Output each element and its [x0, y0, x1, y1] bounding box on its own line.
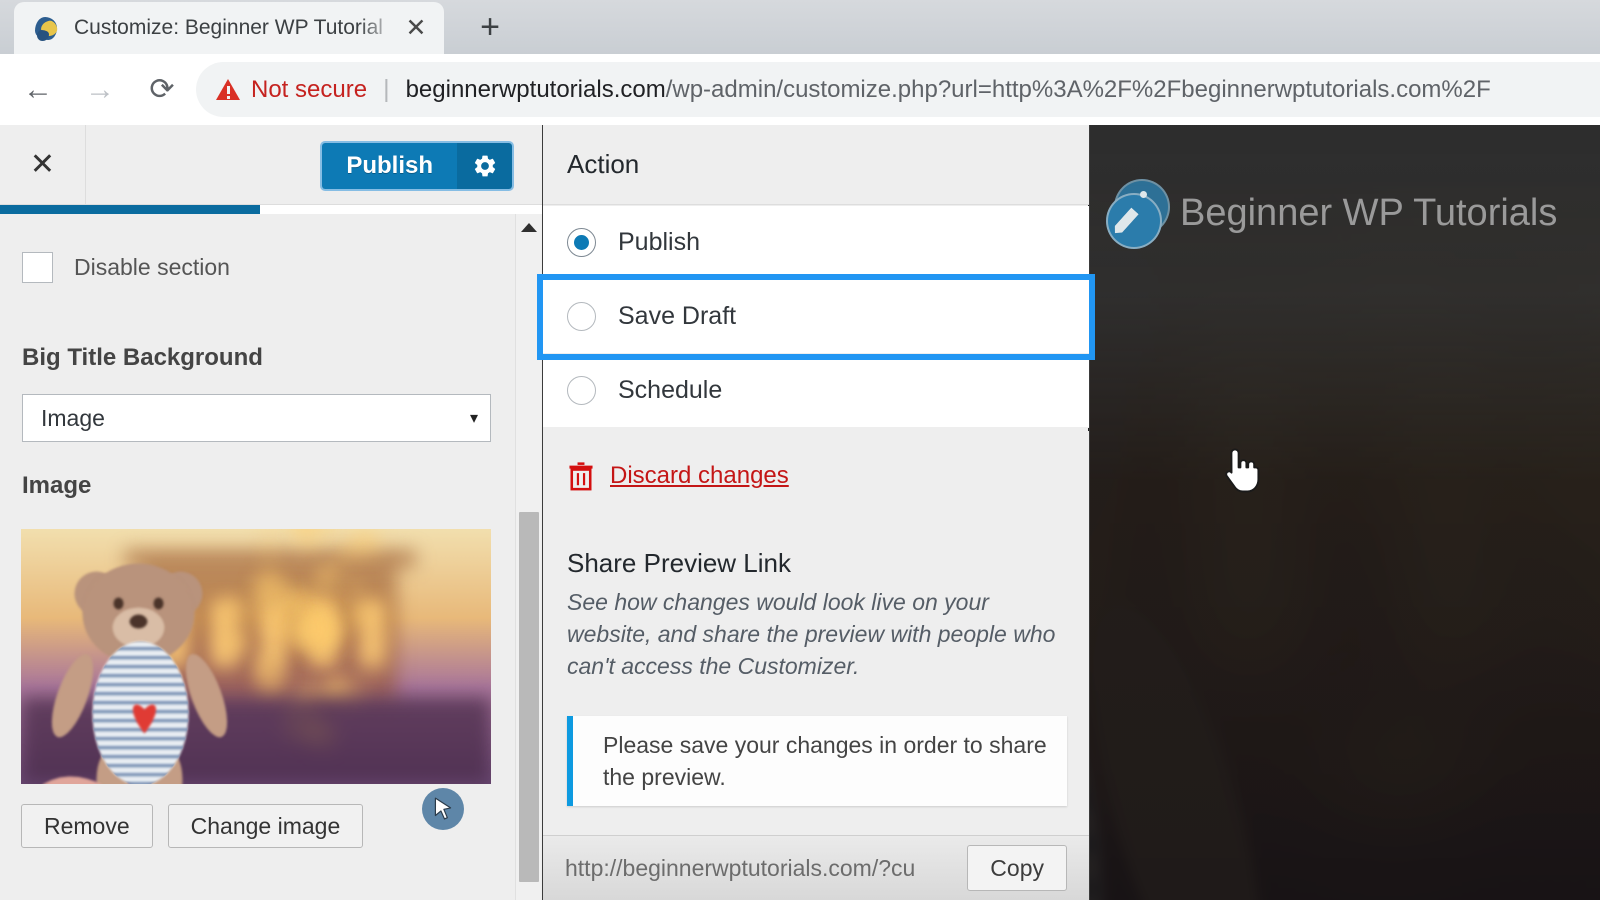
not-secure-warning-icon[interactable]	[216, 79, 240, 100]
cursor-pointer-badge-icon[interactable]	[422, 788, 464, 830]
address-bar-url: beginnerwptutorials.com/wp-admin/customi…	[406, 76, 1491, 104]
image-preview-thumbnail[interactable]	[21, 529, 491, 784]
page-content: ✕ Publish Disable section Big Title Back…	[0, 125, 1600, 900]
disable-section-checkbox[interactable]	[22, 252, 53, 283]
radio-button[interactable]	[567, 302, 596, 331]
url-host: beginnerwptutorials.com	[406, 76, 666, 103]
cursor-pointer-icon	[430, 796, 456, 822]
customizer-panel: ✕ Publish Disable section Big Title Back…	[0, 125, 542, 900]
action-option-publish[interactable]: Publish	[543, 206, 1089, 280]
publish-settings-body: Discard changes Share Preview Link See h…	[543, 431, 1089, 900]
save-changes-notice: Please save your changes in order to sha…	[567, 716, 1067, 806]
radio-label: Schedule	[618, 376, 722, 405]
browser-chrome: Customize: Beginner WP Tutorial ✕ + ← → …	[0, 0, 1600, 125]
close-tab-icon[interactable]: ✕	[398, 10, 434, 46]
remove-image-button[interactable]: Remove	[21, 804, 153, 848]
share-preview-footer: http://beginnerwptutorials.com/?cu Copy	[543, 835, 1089, 900]
scrollbar-thumb[interactable]	[519, 512, 539, 882]
share-preview-link-title: Share Preview Link	[567, 548, 791, 579]
action-radio-group: Publish Save Draft Schedule	[543, 206, 1089, 428]
discard-changes-row[interactable]: Discard changes	[567, 461, 789, 491]
address-bar[interactable]: Not secure | beginnerwptutorials.com/wp-…	[196, 62, 1600, 117]
customizer-progress-track	[0, 205, 542, 214]
tab-strip: Customize: Beginner WP Tutorial ✕ +	[0, 0, 1600, 54]
publish-button-group: Publish	[322, 143, 512, 189]
radio-button[interactable]	[567, 228, 596, 257]
scroll-up-icon[interactable]	[516, 214, 542, 240]
security-status-label: Not secure	[251, 76, 367, 104]
radio-label: Save Draft	[618, 302, 736, 331]
preview-site-branding[interactable]: Beginner WP Tutorials	[1104, 177, 1557, 249]
share-preview-link-description: See how changes would look live on your …	[567, 586, 1062, 683]
customizer-progress-fill	[0, 205, 260, 214]
disable-section-checkbox-row[interactable]: Disable section	[22, 252, 230, 283]
pencil-circle-logo-icon	[1104, 177, 1176, 249]
mouse-pointer-hand-cursor	[1221, 447, 1261, 495]
publish-settings-panel: Action Publish Save Draft Schedule Discard…	[543, 125, 1089, 900]
change-image-button[interactable]: Change image	[168, 804, 364, 848]
publish-button[interactable]: Publish	[322, 143, 457, 189]
close-customizer-icon[interactable]: ✕	[0, 125, 86, 204]
disable-section-label: Disable section	[74, 254, 230, 281]
preview-site-title: Beginner WP Tutorials	[1180, 192, 1557, 235]
action-section-title: Action	[567, 149, 639, 180]
customizer-header: ✕ Publish	[0, 125, 542, 205]
background-type-value: Image	[41, 405, 470, 432]
browser-toolbar: ← → ⟳ Not secure | beginnerwptutorials.c…	[0, 54, 1600, 125]
omnibox-divider: |	[383, 75, 390, 104]
share-preview-url-field[interactable]: http://beginnerwptutorials.com/?cu	[565, 855, 967, 882]
radio-button[interactable]	[567, 376, 596, 405]
image-field-label: Image	[22, 472, 91, 500]
save-changes-notice-text: Please save your changes in order to sha…	[603, 730, 1047, 793]
publish-settings-header: Action	[543, 125, 1089, 205]
discard-changes-link[interactable]: Discard changes	[610, 462, 789, 490]
radio-label: Publish	[618, 228, 700, 257]
customizer-scrollbar[interactable]	[515, 214, 541, 900]
forward-icon[interactable]: →	[76, 66, 124, 114]
url-path: /wp-admin/customize.php?url=http%3A%2F%2…	[666, 76, 1491, 103]
copy-link-button[interactable]: Copy	[967, 845, 1067, 891]
browser-tab[interactable]: Customize: Beginner WP Tutorial ✕	[14, 2, 444, 54]
action-option-save-draft[interactable]: Save Draft	[543, 280, 1089, 354]
big-title-background-label: Big Title Background	[22, 344, 263, 372]
background-type-select[interactable]: Image ▾	[22, 394, 491, 442]
publish-settings-gear-icon[interactable]	[457, 143, 512, 189]
image-actions: Remove Change image	[21, 804, 363, 848]
image-preview-canvas	[21, 529, 491, 784]
tab-title: Customize: Beginner WP Tutorial	[74, 16, 398, 40]
chevron-down-icon: ▾	[470, 408, 478, 428]
site-preview[interactable]: Beginner WP Tutorials	[1090, 125, 1600, 900]
trash-icon	[567, 461, 595, 491]
new-tab-button[interactable]: +	[470, 9, 510, 45]
back-icon[interactable]: ←	[14, 66, 62, 114]
action-option-schedule[interactable]: Schedule	[543, 354, 1089, 428]
wordpress-customizer-favicon-icon	[32, 14, 60, 42]
reload-icon[interactable]: ⟳	[138, 66, 186, 114]
